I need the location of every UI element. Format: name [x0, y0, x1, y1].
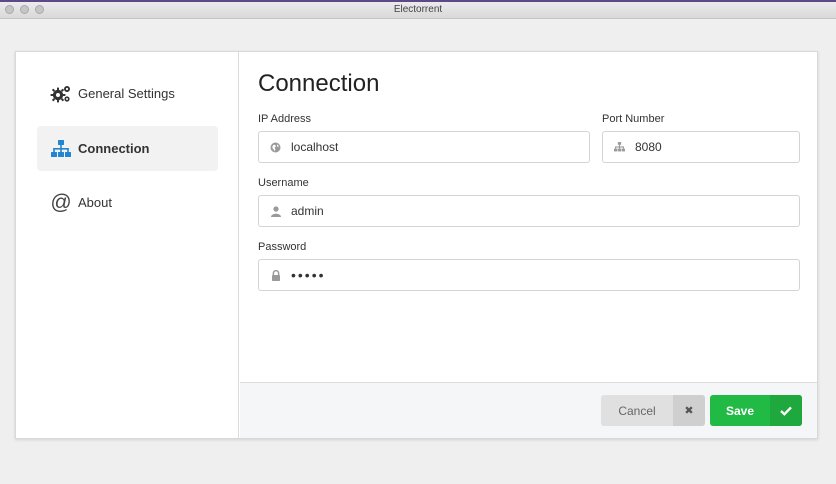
settings-sidebar: General Settings Connection @ About [16, 52, 239, 438]
save-button-label: Save [725, 403, 755, 418]
settings-panel: General Settings Connection @ About Conn… [15, 51, 818, 439]
password-label: Password [258, 241, 307, 253]
username-label: Username [258, 177, 309, 189]
close-icon: ✖ [673, 395, 705, 426]
password-field[interactable]: ••••• [258, 259, 800, 291]
sidebar-item-connection[interactable]: Connection [37, 126, 218, 171]
cancel-button-label: Cancel [618, 403, 656, 418]
sitemap-icon [614, 142, 625, 153]
user-icon [270, 205, 281, 217]
ip-address-field[interactable]: localhost [258, 131, 590, 163]
page-title: Connection [258, 70, 380, 97]
checkmark-icon [770, 395, 802, 426]
cancel-button[interactable]: Cancel ✖ [601, 395, 705, 426]
save-button[interactable]: Save [710, 395, 802, 426]
gears-icon [50, 83, 72, 105]
ip-address-label: IP Address [258, 113, 311, 125]
sidebar-item-label: About [78, 195, 112, 210]
sitemap-icon [50, 138, 72, 160]
connection-settings: Connection IP Address localhost Port Num… [240, 52, 817, 438]
username-field[interactable]: admin [258, 195, 800, 227]
password-value: ••••• [291, 267, 326, 283]
port-number-field[interactable]: 8080 [602, 131, 800, 163]
sidebar-item-about[interactable]: @ About [37, 180, 218, 225]
ip-address-value: localhost [291, 140, 339, 154]
sidebar-item-general-settings[interactable]: General Settings [37, 71, 218, 116]
title-bar: Electorrent [0, 0, 836, 19]
port-number-value: 8080 [635, 140, 662, 154]
settings-footer: Cancel ✖ Save [240, 382, 817, 438]
username-value: admin [291, 204, 324, 218]
sidebar-item-label: General Settings [78, 86, 175, 101]
globe-icon [270, 142, 281, 153]
sidebar-item-label: Connection [78, 141, 150, 156]
port-number-label: Port Number [602, 113, 665, 125]
window-title: Electorrent [393, 4, 443, 15]
at-icon: @ [50, 190, 72, 214]
lock-icon [270, 269, 281, 281]
